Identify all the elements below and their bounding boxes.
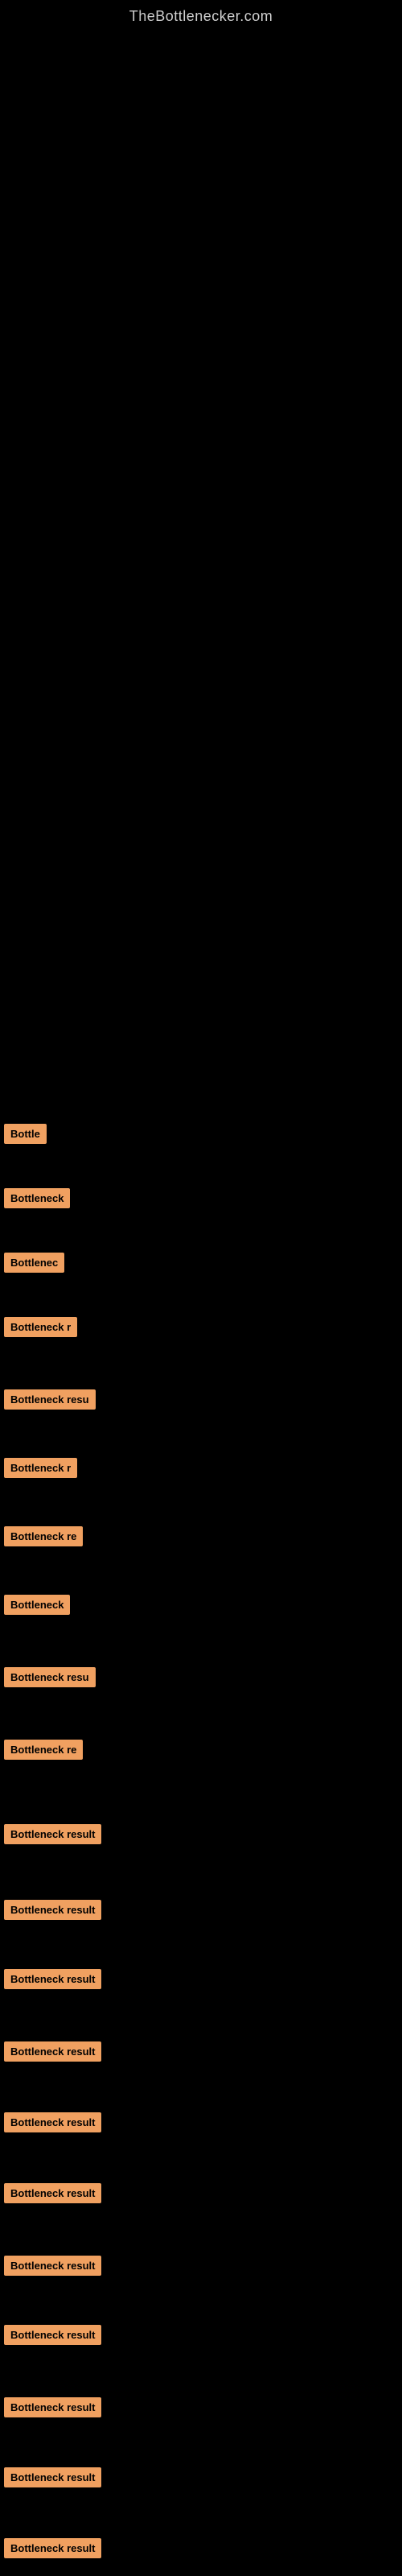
result-row-1[interactable]: Bottle [0,1119,402,1149]
result-row-11[interactable]: Bottleneck result [0,1819,402,1849]
bottleneck-tag-14: Bottleneck result [4,2041,101,2062]
bottleneck-tag-21: Bottleneck result [4,2538,101,2558]
result-row-2[interactable]: Bottleneck [0,1183,402,1213]
bottleneck-tag-2: Bottleneck [4,1188,70,1208]
bottleneck-tag-1: Bottle [4,1124,47,1144]
bottleneck-tag-17: Bottleneck result [4,2256,101,2276]
bottleneck-tag-20: Bottleneck result [4,2467,101,2487]
bottleneck-tag-19: Bottleneck result [4,2397,101,2417]
bottleneck-tag-7: Bottleneck re [4,1526,83,1546]
bottleneck-tag-6: Bottleneck r [4,1458,77,1478]
bottleneck-tag-3: Bottlenec [4,1253,64,1273]
bottleneck-tag-4: Bottleneck r [4,1317,77,1337]
bottleneck-tag-16: Bottleneck result [4,2183,101,2203]
result-row-8[interactable]: Bottleneck [0,1590,402,1620]
bottleneck-tag-9: Bottleneck resu [4,1667,96,1687]
bottleneck-tag-8: Bottleneck [4,1595,70,1615]
result-row-4[interactable]: Bottleneck r [0,1312,402,1342]
result-row-5[interactable]: Bottleneck resu [0,1385,402,1414]
result-row-15[interactable]: Bottleneck result [0,2107,402,2137]
result-row-19[interactable]: Bottleneck result [0,2392,402,2422]
bottleneck-tag-12: Bottleneck result [4,1900,101,1920]
result-row-6[interactable]: Bottleneck r [0,1453,402,1483]
result-row-10[interactable]: Bottleneck re [0,1735,402,1765]
result-row-13[interactable]: Bottleneck result [0,1964,402,1994]
bottleneck-tag-5: Bottleneck resu [4,1389,96,1410]
result-row-17[interactable]: Bottleneck result [0,2251,402,2281]
result-row-7[interactable]: Bottleneck re [0,1521,402,1551]
bottleneck-tag-13: Bottleneck result [4,1969,101,1989]
bottleneck-tag-10: Bottleneck re [4,1740,83,1760]
result-row-9[interactable]: Bottleneck resu [0,1662,402,1692]
result-row-12[interactable]: Bottleneck result [0,1895,402,1925]
result-row-14[interactable]: Bottleneck result [0,2037,402,2066]
result-row-18[interactable]: Bottleneck result [0,2320,402,2350]
bottleneck-tag-18: Bottleneck result [4,2325,101,2345]
result-row-21[interactable]: Bottleneck result [0,2533,402,2563]
result-row-16[interactable]: Bottleneck result [0,2178,402,2208]
bottleneck-tag-15: Bottleneck result [4,2112,101,2132]
site-title: TheBottlenecker.com [0,0,402,31]
bottleneck-tag-11: Bottleneck result [4,1824,101,1844]
page-container: TheBottlenecker.com [0,0,402,31]
result-row-20[interactable]: Bottleneck result [0,2462,402,2492]
result-row-3[interactable]: Bottlenec [0,1248,402,1278]
